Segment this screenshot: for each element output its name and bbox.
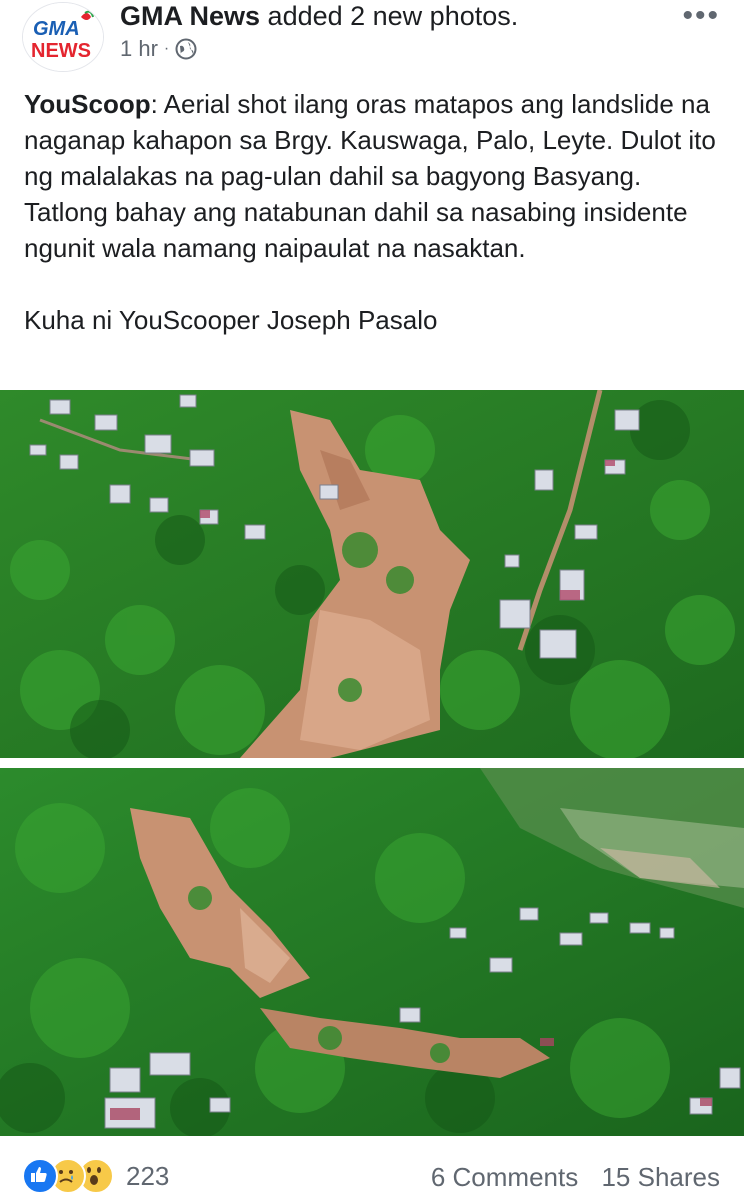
comments-link[interactable]: 6 Comments [431,1162,578,1192]
gma-logo: GMA NEWS [23,3,103,71]
aerial-landslide-photo-2 [0,768,744,1136]
post-photo-1[interactable] [0,390,744,758]
post-author-line: GMA News added 2 new photos. [120,0,518,32]
post-message: YouScoop: Aerial shot ilang oras matapos… [24,86,724,266]
page-avatar[interactable]: GMA NEWS [22,2,104,72]
post-footer: 223 6 Comments 15 Shares [0,1150,744,1200]
globe-icon [175,38,197,60]
engagement-stats: 6 Comments 15 Shares [415,1162,720,1193]
aerial-landslide-photo-1 [0,390,744,758]
meta-separator: · [163,40,170,57]
source-tag[interactable]: YouScoop [24,89,151,119]
svg-text:NEWS: NEWS [31,40,91,62]
page-name-link[interactable]: GMA News [120,1,260,31]
reaction-count: 223 [126,1160,170,1191]
more-options-icon[interactable]: ••• [682,1,720,31]
like-icon [22,1158,58,1194]
post-action-text: added 2 new photos. [267,1,519,31]
post-body: YouScoop: Aerial shot ilang oras matapos… [24,86,724,338]
post-photo-2[interactable] [0,768,744,1136]
svg-text:GMA: GMA [33,18,80,40]
post-meta: 1 hr · [120,36,197,62]
photo-credit: Kuha ni YouScooper Joseph Pasalo [24,305,438,335]
post-header: GMA NEWS GMA News added 2 new photos. 1 … [0,0,744,80]
reactions-summary[interactable]: 223 [22,1158,169,1194]
post-timestamp[interactable]: 1 hr [120,36,158,62]
shares-link[interactable]: 15 Shares [601,1162,720,1192]
